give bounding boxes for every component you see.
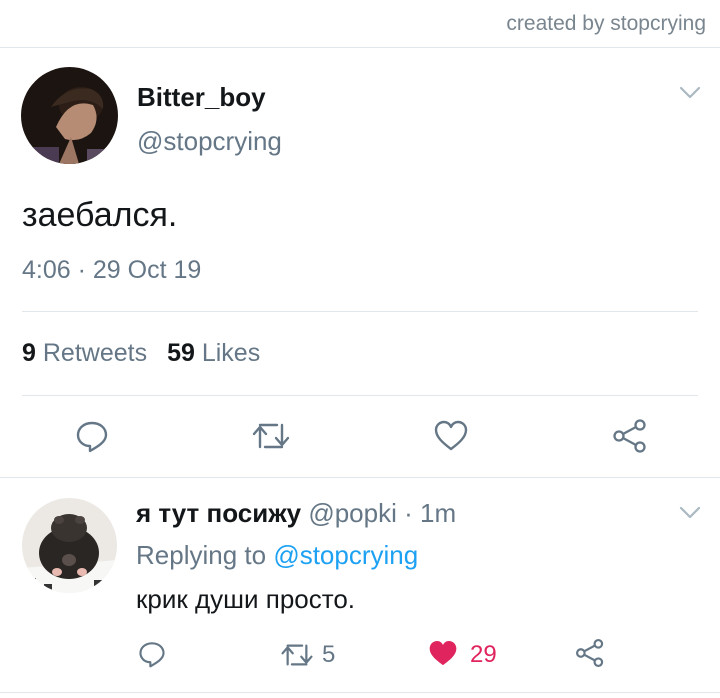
- replying-to-mention[interactable]: @stopcrying: [273, 540, 418, 570]
- tweet-text: заебался.: [22, 196, 178, 234]
- retweet-icon[interactable]: [251, 421, 291, 451]
- reply-icon[interactable]: [75, 419, 109, 453]
- reply-icon[interactable]: [138, 640, 166, 668]
- credit-text: created by stopcrying: [506, 12, 706, 35]
- share-icon[interactable]: [575, 638, 605, 668]
- reply-header: я тут посижу @popki · 1m: [136, 498, 456, 529]
- reply-author-name[interactable]: я тут посижу: [136, 498, 301, 528]
- divider: [22, 311, 698, 312]
- reply-author-avatar[interactable]: [22, 498, 117, 593]
- author-handle[interactable]: @stopcrying: [137, 126, 282, 157]
- tweet-screen: created by stopcrying Bitter_boy @stopcr…: [0, 0, 720, 698]
- author-avatar[interactable]: [21, 67, 118, 164]
- retweets-stat[interactable]: 9 Retweets: [22, 339, 147, 367]
- reply-text: крик души просто.: [136, 584, 356, 614]
- reply-like-count: 29: [470, 641, 497, 668]
- tweet-stats: 9 Retweets 59 Likes: [22, 339, 260, 368]
- tweet-timestamp[interactable]: 4:06 · 29 Oct 19: [22, 256, 201, 285]
- top-bar: created by stopcrying: [0, 0, 720, 48]
- section-divider: [0, 692, 720, 693]
- section-divider: [0, 477, 720, 478]
- reply-retweet-count: 5: [322, 641, 336, 668]
- retweets-label: Retweets: [42, 339, 148, 367]
- reply-author-handle[interactable]: @popki: [308, 498, 397, 528]
- meta-separator: ·: [404, 498, 413, 528]
- replying-to: Replying to @stopcrying: [136, 540, 418, 571]
- divider: [22, 395, 698, 396]
- replying-to-label: Replying to: [136, 540, 267, 570]
- likes-count: 59: [167, 339, 195, 367]
- chevron-down-icon[interactable]: [679, 86, 701, 100]
- likes-stat[interactable]: 59 Likes: [167, 339, 260, 367]
- like-icon[interactable]: [433, 420, 469, 452]
- likes-label: Likes: [201, 339, 261, 367]
- retweets-count: 9: [22, 339, 36, 367]
- like-filled-icon[interactable]: [428, 640, 458, 667]
- reply-time[interactable]: 1m: [420, 498, 456, 528]
- chevron-down-icon[interactable]: [679, 506, 701, 520]
- author-name[interactable]: Bitter_boy: [137, 82, 266, 113]
- retweet-icon[interactable]: [280, 642, 314, 668]
- share-icon[interactable]: [612, 418, 648, 454]
